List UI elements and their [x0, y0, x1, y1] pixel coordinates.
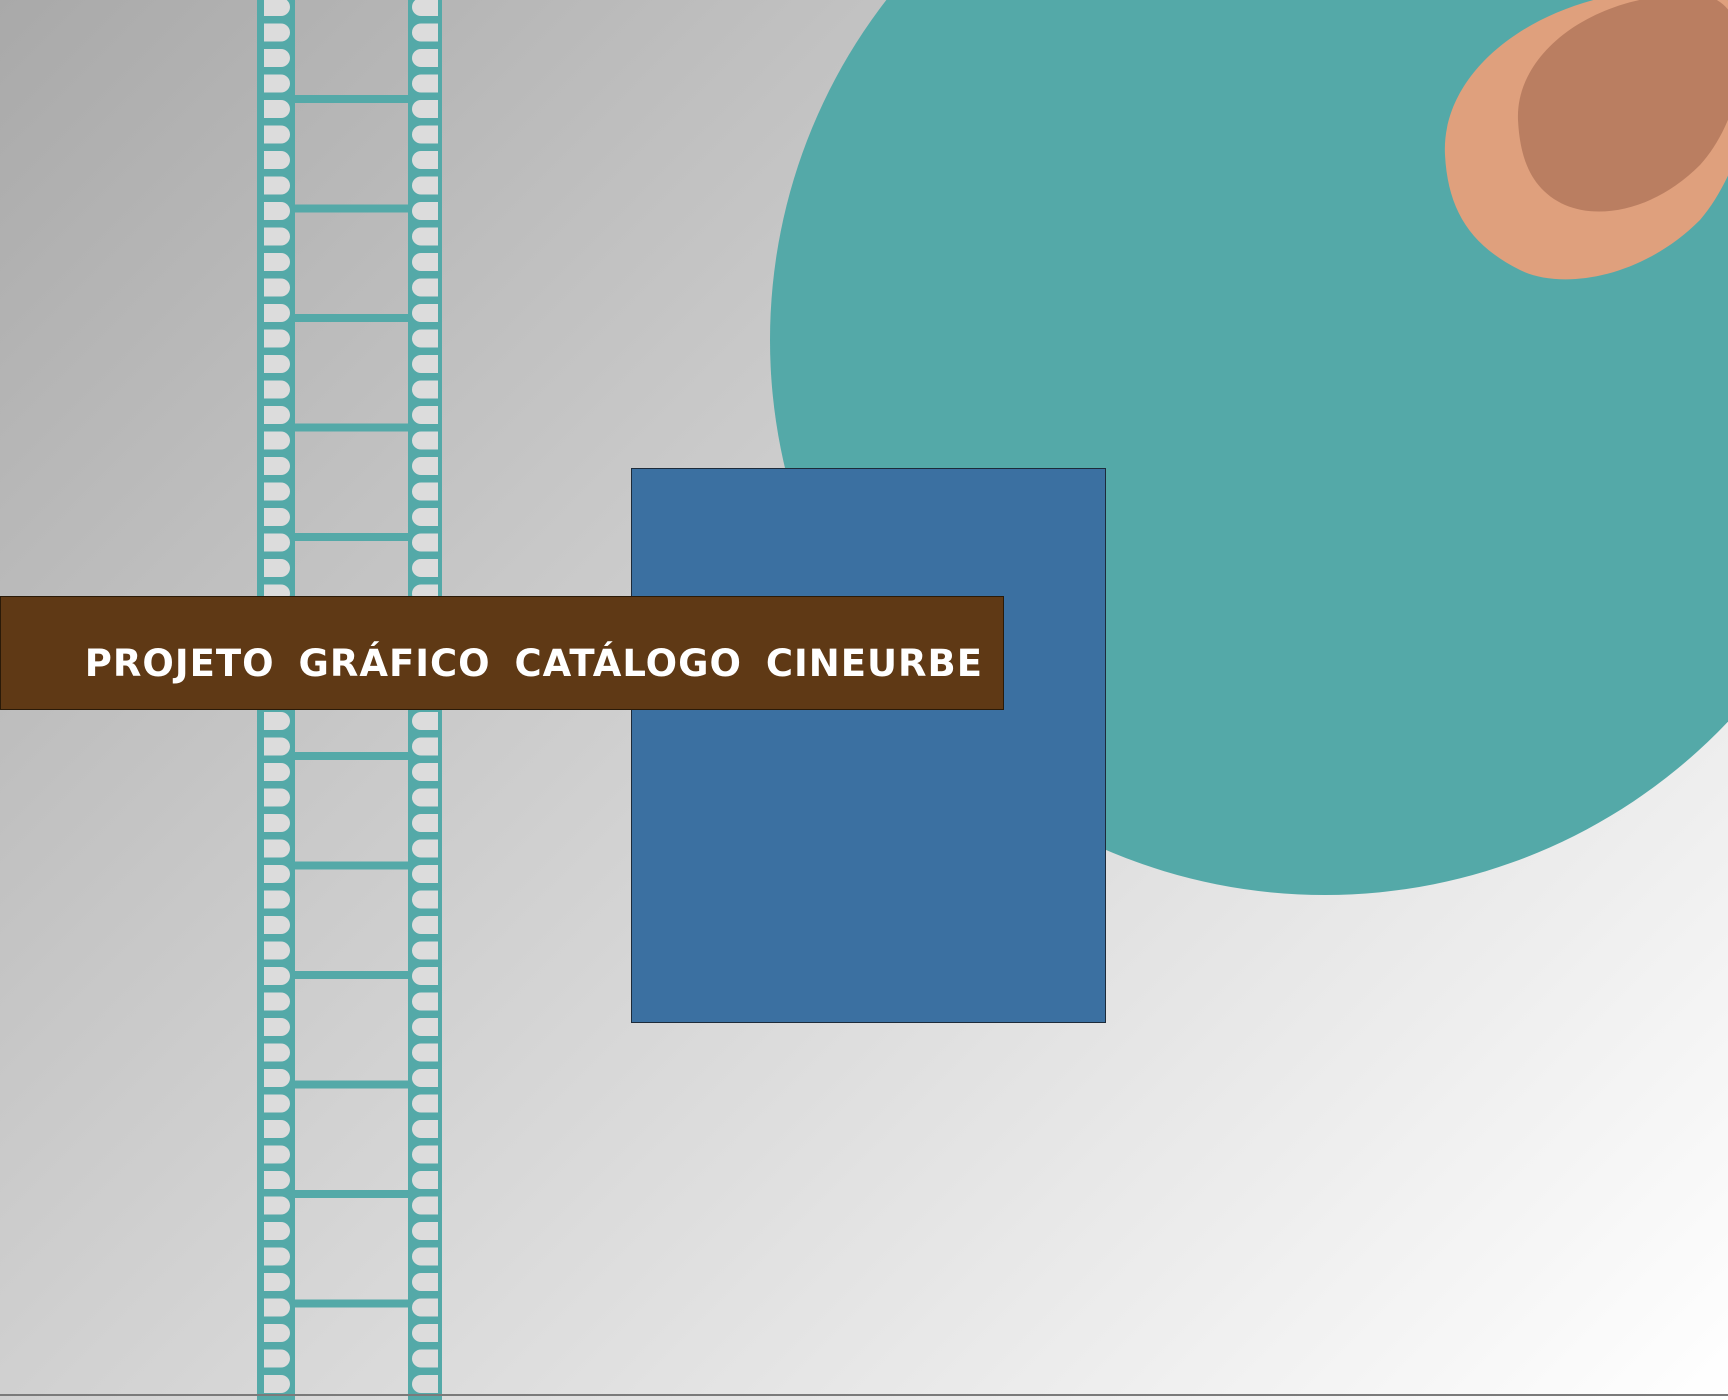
title-bar: PROJETO GRÁFICO CATÁLOGO CINEURBE	[0, 596, 1004, 710]
cover-title: PROJETO GRÁFICO CATÁLOGO CINEURBE	[84, 642, 983, 685]
cover-canvas: PROJETO GRÁFICO CATÁLOGO CINEURBE	[0, 0, 1728, 1400]
blue-panel	[631, 468, 1106, 1023]
bottom-rule	[0, 1394, 1728, 1396]
